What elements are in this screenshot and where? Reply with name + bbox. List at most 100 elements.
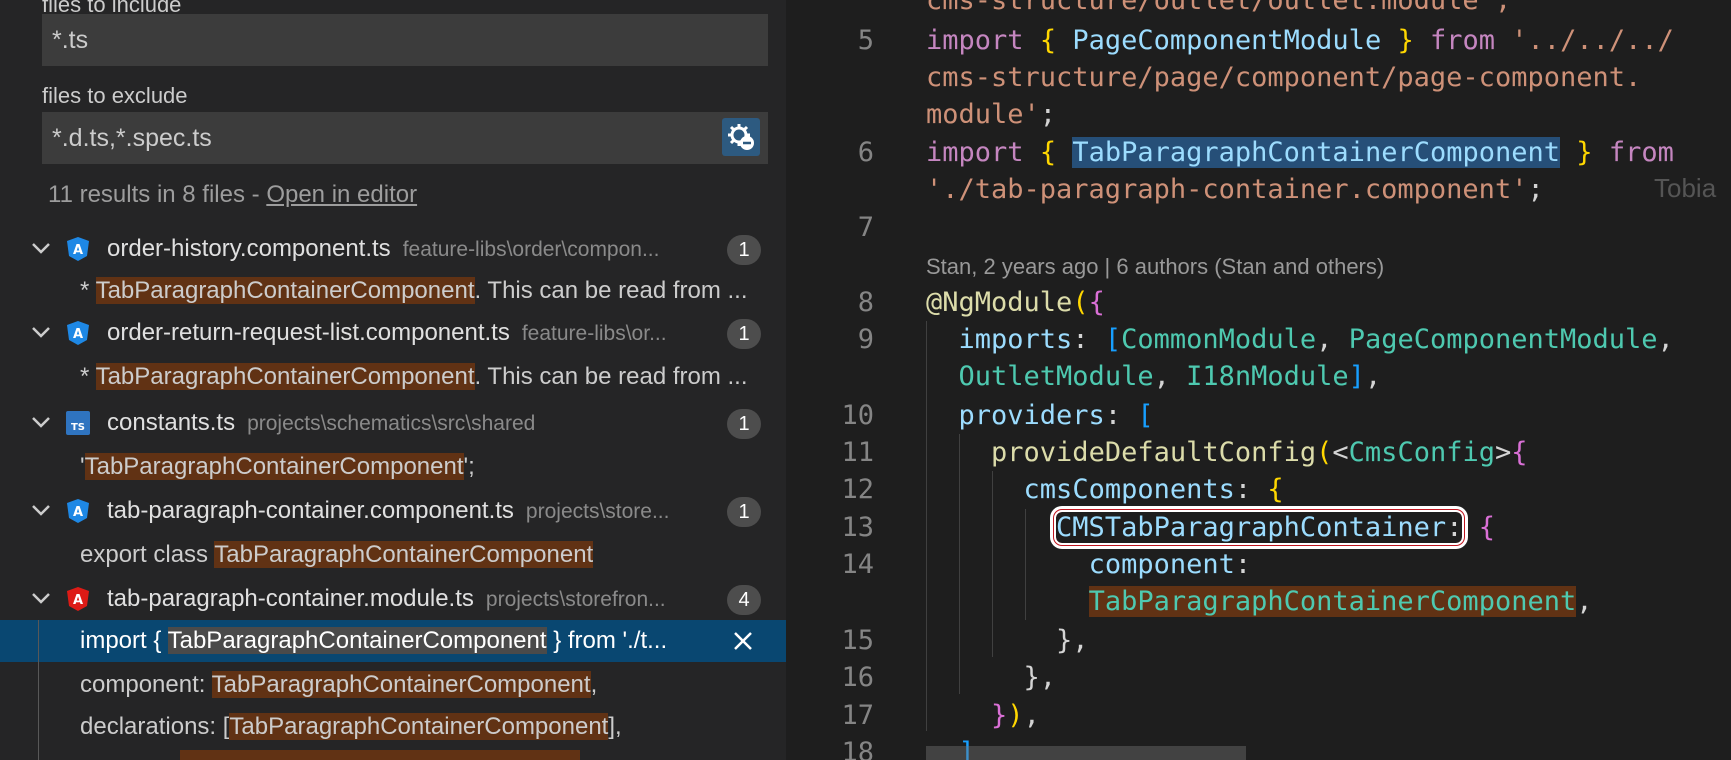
result-file-tab-paragraph-container-component[interactable]: A tab-paragraph-container.component.ts pr… xyxy=(0,490,786,532)
line-number: 12 xyxy=(841,474,874,505)
property-key: CMSTabParagraphContainer xyxy=(1056,512,1447,543)
keyword: import xyxy=(926,25,1024,56)
string-literal: cms-structure/outlet/outlet.module'; xyxy=(926,0,1512,16)
code-line-12: cmsComponents: { xyxy=(1023,474,1284,505)
match-suffix: '; xyxy=(463,453,475,480)
bracket: [ xyxy=(1137,400,1154,431)
code-line-5-wrap: module'; xyxy=(926,96,1056,133)
match-count-badge: 1 xyxy=(727,497,761,527)
result-file-constants[interactable]: TS constants.ts projects\schematics\src\s… xyxy=(0,402,786,444)
match-prefix: * xyxy=(80,277,96,304)
type-name: CmsConfig xyxy=(1348,437,1495,468)
tree-indent-guide xyxy=(38,620,39,760)
type-name: I18nModule xyxy=(1186,361,1349,392)
code-line-14: component: xyxy=(1088,549,1252,580)
file-name: order-return-request-list.component.ts xyxy=(107,319,510,346)
bracket: { xyxy=(1039,137,1057,168)
semicolon: ; xyxy=(1527,174,1544,205)
files-to-exclude-input[interactable]: *.d.ts,*.spec.ts xyxy=(42,112,768,164)
match-prefix: declarations: [ xyxy=(80,713,230,740)
match-highlight: TabParagraphContainerComponent xyxy=(84,453,464,480)
chevron-down-icon[interactable] xyxy=(30,411,52,433)
keyword: from xyxy=(1430,25,1496,56)
result-file-order-history[interactable]: A order-history.component.ts feature-libs… xyxy=(0,228,786,270)
type-name: PageComponentModule xyxy=(1348,324,1658,355)
string-literal: '../../../ xyxy=(1511,25,1674,56)
match-highlight: TabParagraphContainerComponent xyxy=(95,363,475,390)
file-name: tab-paragraph-container.component.ts xyxy=(107,497,514,524)
svg-text:A: A xyxy=(73,327,83,342)
chevron-down-icon[interactable] xyxy=(30,237,52,259)
line-number: 18 xyxy=(841,737,874,760)
results-count-text: 11 results in 8 files - xyxy=(48,181,267,208)
file-path: feature-libs\or... xyxy=(521,322,667,345)
match-suffix: . This can be read from ... xyxy=(474,277,748,304)
match-highlight-partial xyxy=(180,750,580,760)
code-line-10: providers: [ xyxy=(958,400,1154,431)
property-key: providers xyxy=(958,400,1105,431)
search-match[interactable]: component: TabParagraphContainerComponen… xyxy=(0,664,786,706)
match-suffix: . This can be read from ... xyxy=(474,363,748,390)
horizontal-scrollbar-thumb[interactable] xyxy=(926,746,1246,760)
svg-text:A: A xyxy=(73,243,83,258)
result-file-tab-paragraph-container-module[interactable]: A tab-paragraph-container.module.ts proje… xyxy=(0,578,786,620)
identifier: PageComponentModule xyxy=(1072,25,1382,56)
open-in-editor-link[interactable]: Open in editor xyxy=(266,181,417,208)
file-path: projects\storefron... xyxy=(485,588,666,611)
search-match-partial[interactable] xyxy=(0,750,786,760)
match-prefix: export class xyxy=(80,541,215,568)
line-number: 16 xyxy=(841,662,874,693)
bracket: ] xyxy=(1348,361,1365,392)
match-highlight: TabParagraphContainerComponent xyxy=(214,541,594,568)
chevron-down-icon[interactable] xyxy=(30,587,52,609)
chevron-down-icon[interactable] xyxy=(30,321,52,343)
angle-bracket: > xyxy=(1494,437,1512,468)
file-name: tab-paragraph-container.module.ts xyxy=(107,585,474,612)
files-to-include-input[interactable]: *.ts xyxy=(42,14,768,66)
angular-component-icon: A xyxy=(67,321,89,345)
property-key: imports xyxy=(958,324,1073,355)
code-editor[interactable]: cms-structure/outlet/outlet.module'; 5 6… xyxy=(786,0,1731,760)
bracket: ( xyxy=(1072,287,1089,318)
code-line-9: imports: [CommonModule, PageComponentMod… xyxy=(958,324,1674,355)
bracket: { xyxy=(1478,512,1495,543)
result-file-order-return-request-list[interactable]: A order-return-request-list.component.ts… xyxy=(0,312,786,354)
code-line-8: @NgModule({ xyxy=(926,284,1105,321)
decorator: @NgModule xyxy=(926,287,1073,318)
results-summary: 11 results in 8 files - Open in editor xyxy=(48,178,417,212)
file-path: projects\store... xyxy=(525,500,670,523)
comma: , xyxy=(1023,700,1040,731)
search-match[interactable]: * TabParagraphContainerComponent. This c… xyxy=(0,356,786,398)
angle-bracket: < xyxy=(1332,437,1349,468)
git-codelens[interactable]: Stan, 2 years ago | 6 authors (Stan and … xyxy=(926,254,1384,280)
chevron-down-icon[interactable] xyxy=(30,499,52,521)
close-brace: }, xyxy=(1023,662,1057,693)
line-number: 5 xyxy=(857,25,874,56)
match-suffix: , xyxy=(590,671,598,698)
dismiss-result-icon[interactable] xyxy=(730,628,756,654)
match-count-badge: 4 xyxy=(727,585,761,615)
gear-exclude-icon xyxy=(728,124,754,150)
keyword: import xyxy=(926,137,1024,168)
use-exclude-settings-button[interactable] xyxy=(722,118,760,156)
function-name: provideDefaultConfig xyxy=(991,437,1317,468)
match-prefix: import { xyxy=(80,627,168,654)
search-match[interactable]: * TabParagraphContainerComponent. This c… xyxy=(0,270,786,312)
code-line-13: CMSTabParagraphContainer: { xyxy=(926,509,1495,546)
search-match[interactable]: 'TabParagraphContainerComponent'; xyxy=(0,446,786,488)
search-match[interactable]: export class TabParagraphContainerCompon… xyxy=(0,534,786,576)
search-match[interactable]: declarations: [TabParagraphContainerComp… xyxy=(0,706,786,748)
string-literal: './tab-paragraph-container.component' xyxy=(926,174,1528,205)
type-name: CommonModule xyxy=(1121,324,1317,355)
string-literal: cms-structure/page/component/page-compon… xyxy=(926,62,1642,93)
search-match-highlight: TabParagraphContainerComponent xyxy=(1088,586,1577,617)
code-line-partial: cms-structure/outlet/outlet.module'; xyxy=(926,0,1511,19)
svg-text:TS: TS xyxy=(71,422,85,433)
property-key: cmsComponents xyxy=(1023,474,1235,505)
angular-component-icon: A xyxy=(67,237,89,261)
bracket: [ xyxy=(1104,324,1122,355)
match-suffix: ], xyxy=(608,713,622,740)
search-match-selected[interactable]: import { TabParagraphContainerComponent … xyxy=(0,620,786,662)
line-number: 15 xyxy=(841,625,874,656)
svg-text:A: A xyxy=(73,505,83,520)
